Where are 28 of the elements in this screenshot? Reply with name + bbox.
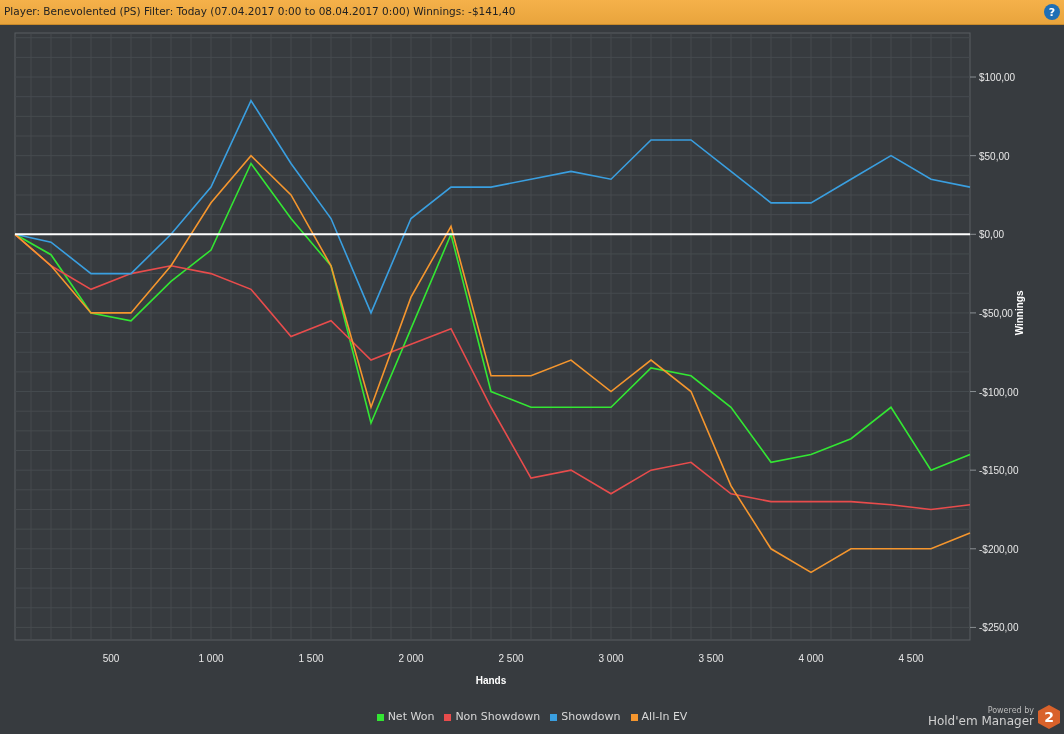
x-tick-label: 2 500: [498, 653, 524, 664]
y-tick-label: $0,00: [979, 229, 1005, 241]
legend-label: Net Won: [387, 708, 435, 725]
x-tick-label: 4 500: [898, 653, 924, 664]
y-tick-label: -$50,00: [979, 307, 1013, 319]
y-tick-label: -$100,00: [979, 386, 1019, 398]
y-tick-label: -$150,00: [979, 465, 1019, 477]
x-tick-label: 3 500: [698, 653, 724, 664]
x-tick-label: 500: [102, 653, 120, 664]
y-tick-label: $50,00: [979, 150, 1010, 162]
x-tick-label: 1 000: [198, 653, 224, 664]
legend-label: Non Showdown: [455, 708, 541, 725]
x-tick-label: 2 000: [398, 653, 424, 664]
y-tick-label: $100,00: [979, 72, 1016, 84]
legend-label: All-In EV: [641, 708, 688, 725]
version-badge: 2: [1038, 705, 1060, 729]
legend-label: Showdown: [561, 708, 621, 725]
x-tick-label: 1 500: [298, 653, 324, 664]
y-tick-label: -$250,00: [979, 622, 1019, 634]
x-tick-label: 4 000: [798, 653, 824, 664]
powered-by-text: Powered by: [987, 707, 1034, 715]
x-tick-label: 3 000: [598, 653, 624, 664]
y-tick-label: -$200,00: [979, 543, 1019, 555]
y-axis-title: Winnings: [1014, 290, 1025, 336]
x-axis-title: Hands: [475, 675, 507, 686]
product-name: Hold'em Manager: [927, 715, 1034, 727]
title-text: Player: Benevolented (PS) Filter: Today (07.04.2017 0:00 to 08.04.2017 0:00) Winnings: -$141,40: [4, 4, 516, 20]
help-button[interactable]: ?: [1044, 4, 1060, 20]
